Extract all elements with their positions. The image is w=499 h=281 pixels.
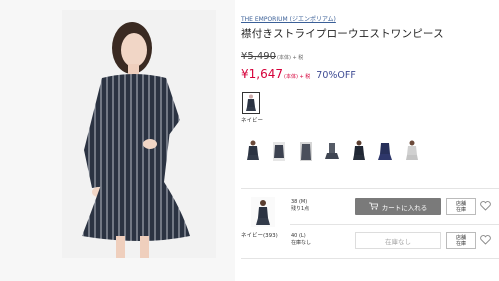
stock-status: 在庫なし [291,240,312,246]
favorite-heart-icon[interactable] [479,200,491,212]
thumbnail-image[interactable] [401,139,422,162]
size-info: 38 (M) 残り1点 [291,199,309,213]
thumbnail-strip [242,139,428,162]
thumbnail-image[interactable] [242,139,263,162]
thumbnail-image[interactable] [322,139,343,162]
thumbnail-image[interactable] [295,139,316,162]
sale-price-tax-note: (本体) + 税 [284,74,311,80]
stock-status: 残り1点 [291,206,310,212]
store-stock-label-line2: 在庫 [455,206,466,213]
divider [241,258,499,259]
size-label: 38 (M) [291,199,308,205]
brand-link[interactable]: THE EMPORIUM (ジエンポリアム) [241,14,336,23]
size-info: 40 (L) 在庫なし [291,233,311,247]
variant-color-label: ネイビー(393) [241,233,278,239]
store-stock-button[interactable]: 店舗 在庫 [446,198,476,215]
thumbnail-image[interactable] [348,139,369,162]
original-price-tax-note: (本体) + 税 [277,55,304,61]
sale-price-value: ¥1,647 [241,67,283,81]
color-swatch-label: ネイビー [241,118,264,124]
divider [290,224,499,225]
product-main-image [62,10,216,258]
out-of-stock-button: 在庫なし [355,232,441,249]
thumbnail-image[interactable] [375,139,396,162]
store-stock-label-line2: 在庫 [455,240,466,247]
sale-price: ¥1,647(本体) + 税 70%OFF [241,63,356,82]
dress-swatch-icon [246,94,256,111]
divider [241,188,499,189]
product-title: 襟付きストライプローウエストワンピース [241,28,444,40]
original-price: ¥5,490(本体) + 税 [241,51,303,62]
color-swatch-navy[interactable] [242,92,260,114]
thumbnail-image[interactable] [269,139,290,162]
size-label: 40 (L) [291,233,306,239]
add-to-cart-label: カートに入れる [381,203,428,212]
original-price-value: ¥5,490 [241,51,276,62]
variant-image [251,197,275,227]
store-stock-button[interactable]: 店舗 在庫 [446,232,476,249]
cart-icon [368,202,379,212]
add-to-cart-button[interactable]: カートに入れる [355,198,441,215]
favorite-heart-icon[interactable] [479,234,491,246]
out-of-stock-label: 在庫なし [385,237,411,246]
discount-badge: 70%OFF [316,70,356,81]
